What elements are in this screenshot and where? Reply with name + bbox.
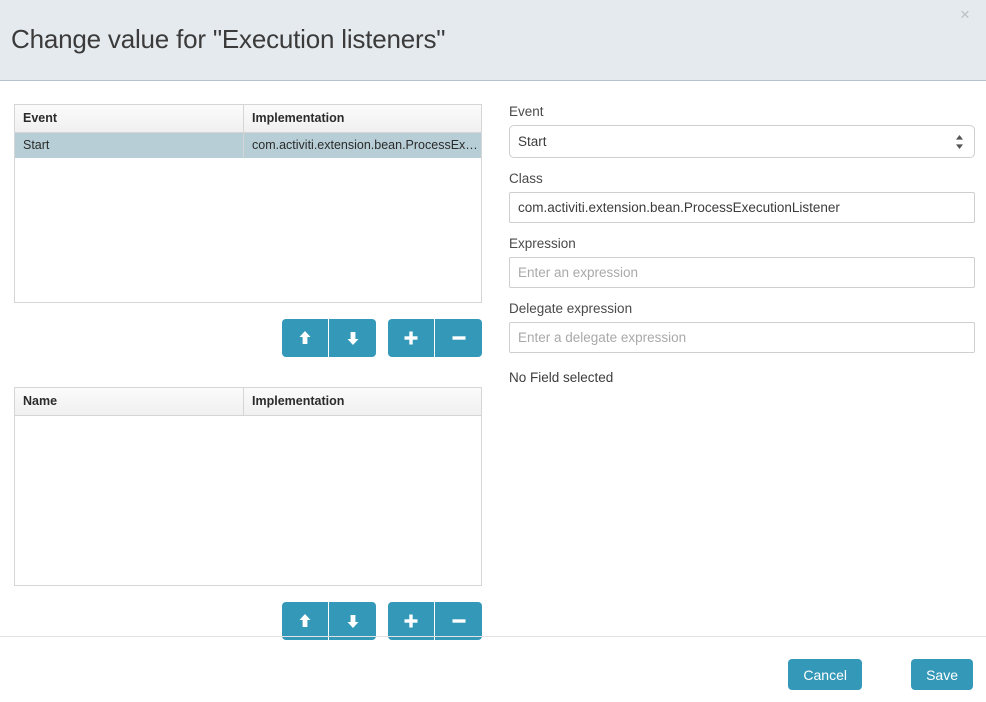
table-body: Start com.activiti.extension.bean.Proces… bbox=[15, 133, 481, 302]
arrow-up-icon bbox=[282, 330, 328, 346]
listeners-toolbar bbox=[14, 319, 482, 357]
class-label: Class bbox=[509, 171, 543, 186]
fields-table: Name Implementation bbox=[14, 387, 482, 586]
delegate-expression-label: Delegate expression bbox=[509, 301, 633, 316]
cancel-button[interactable]: Cancel bbox=[788, 659, 862, 690]
event-label: Event bbox=[509, 104, 544, 119]
listeners-move-up-button[interactable] bbox=[282, 319, 329, 357]
dialog-footer: Cancel Save bbox=[0, 636, 986, 702]
fields-move-up-button[interactable] bbox=[282, 602, 329, 640]
delegate-expression-input[interactable] bbox=[509, 322, 975, 353]
class-field: Class bbox=[509, 171, 975, 223]
cell-event: Start bbox=[15, 133, 244, 158]
fields-add-button[interactable] bbox=[388, 602, 435, 640]
fields-move-group bbox=[282, 602, 376, 640]
event-field: Event Start End Take bbox=[509, 104, 975, 158]
plus-icon bbox=[388, 613, 434, 629]
dialog-header: Change value for "Execution listeners" × bbox=[0, 0, 986, 81]
close-icon[interactable]: × bbox=[952, 2, 978, 28]
listeners-move-group bbox=[282, 319, 376, 357]
cell-implementation: com.activiti.extension.bean.ProcessExe..… bbox=[252, 138, 481, 152]
expression-input[interactable] bbox=[509, 257, 975, 288]
event-select[interactable]: Start End Take bbox=[509, 125, 975, 158]
delegate-expression-field: Delegate expression bbox=[509, 301, 975, 353]
table-row[interactable]: Start com.activiti.extension.bean.Proces… bbox=[15, 133, 481, 158]
fields-move-down-button[interactable] bbox=[329, 602, 376, 640]
fields-toolbar bbox=[14, 602, 482, 640]
plus-icon bbox=[388, 330, 434, 346]
listeners-remove-button[interactable] bbox=[435, 319, 482, 357]
column-header-implementation: Implementation bbox=[252, 111, 345, 125]
execution-listeners-table: Event Implementation Start com.activiti.… bbox=[14, 104, 482, 303]
expression-field: Expression bbox=[509, 236, 975, 288]
fields-addremove-group bbox=[388, 602, 482, 640]
save-button[interactable]: Save bbox=[911, 659, 973, 690]
class-input[interactable] bbox=[509, 192, 975, 223]
dialog-title: Change value for "Execution listeners" bbox=[11, 24, 446, 54]
right-column: Event Start End Take Class Expr bbox=[509, 104, 975, 385]
arrow-up-icon bbox=[282, 613, 328, 629]
table-body bbox=[15, 416, 481, 585]
minus-icon bbox=[435, 613, 482, 629]
dialog-body: Event Implementation Start com.activiti.… bbox=[0, 81, 986, 640]
expression-label: Expression bbox=[509, 236, 576, 251]
listeners-add-button[interactable] bbox=[388, 319, 435, 357]
listeners-addremove-group bbox=[388, 319, 482, 357]
arrow-down-icon bbox=[329, 330, 376, 346]
left-column: Event Implementation Start com.activiti.… bbox=[14, 104, 482, 640]
fields-remove-button[interactable] bbox=[435, 602, 482, 640]
event-select-wrap: Start End Take bbox=[509, 125, 975, 158]
column-header-implementation: Implementation bbox=[252, 394, 345, 408]
arrow-down-icon bbox=[329, 613, 376, 629]
column-header-event: Event bbox=[15, 105, 244, 132]
table-header-row: Name Implementation bbox=[15, 388, 481, 416]
column-header-name: Name bbox=[15, 388, 244, 415]
listeners-move-down-button[interactable] bbox=[329, 319, 376, 357]
minus-icon bbox=[435, 330, 482, 346]
table-header-row: Event Implementation bbox=[15, 105, 481, 133]
no-field-selected-text: No Field selected bbox=[509, 370, 614, 385]
